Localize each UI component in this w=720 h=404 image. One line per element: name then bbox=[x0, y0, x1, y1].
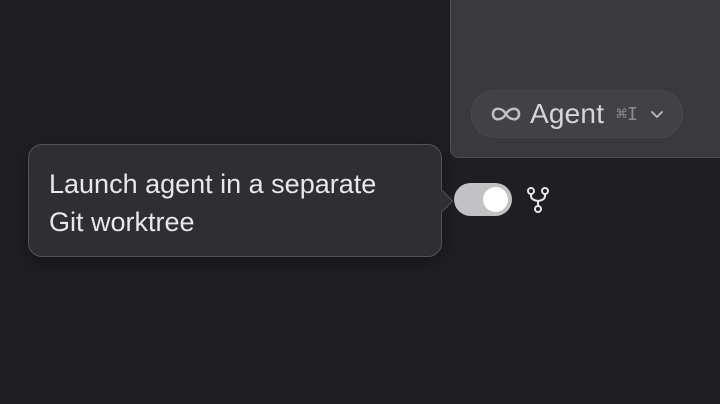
infinity-icon bbox=[491, 107, 521, 121]
composer-panel: Agent ⌘I bbox=[450, 0, 720, 158]
tooltip-line-2: Git worktree bbox=[49, 207, 195, 237]
tooltip-line-1: Launch agent in a separate bbox=[49, 169, 377, 199]
chevron-down-icon bbox=[650, 111, 663, 118]
agent-mode-selector[interactable]: Agent ⌘I bbox=[471, 90, 683, 138]
toggle-knob bbox=[483, 187, 508, 212]
git-branch-icon[interactable] bbox=[526, 186, 550, 214]
mode-shortcut: ⌘I bbox=[616, 103, 638, 125]
mode-label: Agent bbox=[530, 98, 605, 129]
tooltip-arrow bbox=[430, 189, 454, 213]
worktree-toggle[interactable] bbox=[454, 183, 512, 216]
worktree-tooltip: Launch agent in a separate Git worktree bbox=[28, 144, 454, 257]
